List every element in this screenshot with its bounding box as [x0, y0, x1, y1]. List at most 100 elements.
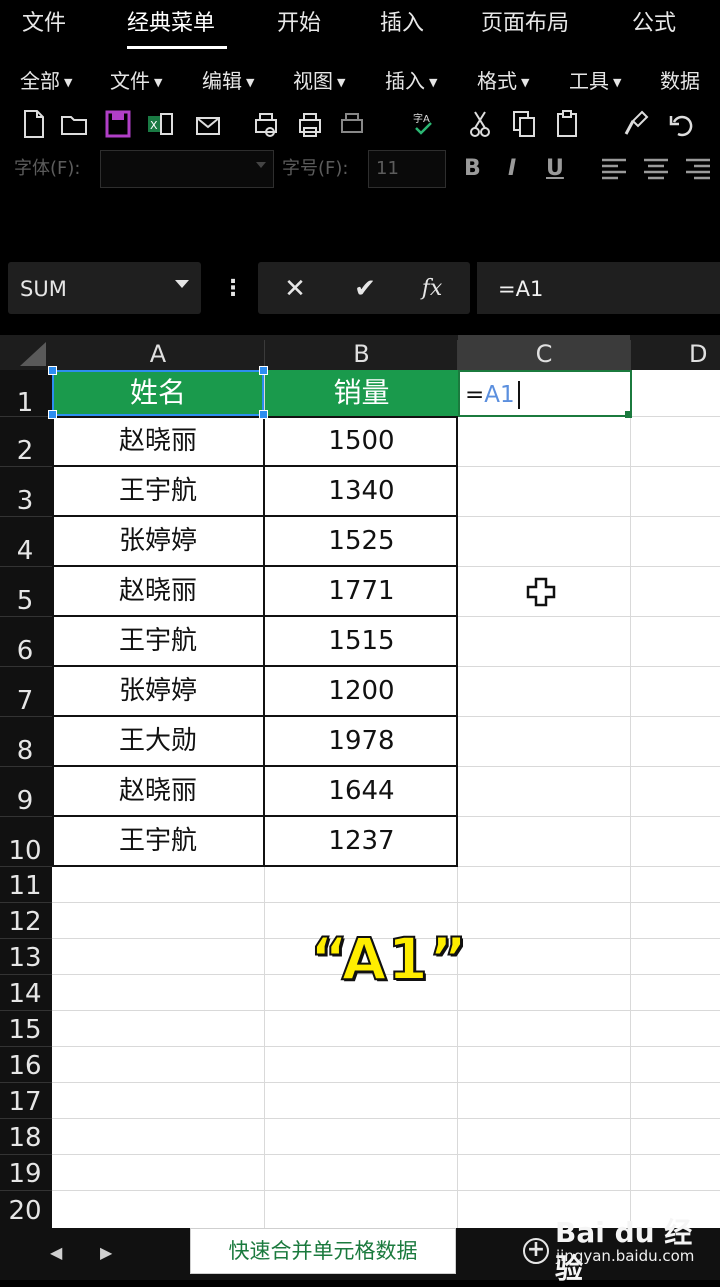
row-header[interactable]: 13: [0, 938, 50, 974]
selection-handle[interactable]: [259, 366, 268, 375]
row-header[interactable]: 14: [0, 974, 50, 1010]
copy-icon[interactable]: [510, 108, 538, 140]
next-sheet-icon[interactable]: ▶: [100, 1238, 112, 1268]
table-border: [263, 416, 265, 866]
cut-icon[interactable]: [466, 108, 494, 140]
row-header[interactable]: 2: [0, 416, 50, 466]
row-header[interactable]: 7: [0, 666, 50, 716]
cell-name[interactable]: 王大勋: [52, 716, 264, 766]
insert-function-button[interactable]: fx: [412, 270, 452, 308]
cell-sales[interactable]: 1978: [265, 716, 458, 766]
cell-sales[interactable]: 1515: [265, 616, 458, 666]
cell-sales[interactable]: 1644: [265, 766, 458, 816]
cell-sales[interactable]: 1237: [265, 816, 458, 866]
cancel-formula-button[interactable]: ✕: [275, 270, 315, 308]
menu-data[interactable]: 数据: [660, 66, 700, 96]
font-size-value: 11: [376, 158, 399, 179]
chevron-down-icon: ▼: [246, 76, 255, 89]
tab-file[interactable]: 文件: [22, 8, 66, 40]
cell-name[interactable]: 赵晓丽: [52, 416, 264, 466]
menu-tools[interactable]: 工具 ▼: [569, 66, 621, 96]
header-cell-sales[interactable]: 销量: [265, 370, 458, 416]
row-header[interactable]: 16: [0, 1046, 50, 1082]
format-painter-icon[interactable]: [622, 108, 650, 140]
cell-name[interactable]: 张婷婷: [52, 516, 264, 566]
print-preview-icon[interactable]: [252, 108, 280, 140]
cell-name[interactable]: 赵晓丽: [52, 566, 264, 616]
cell-name[interactable]: 王宇航: [52, 816, 264, 866]
fill-handle[interactable]: [625, 411, 632, 418]
align-right-icon[interactable]: [684, 156, 712, 182]
row-header[interactable]: 20: [0, 1190, 50, 1228]
column-header-b[interactable]: B: [265, 335, 458, 370]
menu-file[interactable]: 文件 ▼: [110, 66, 162, 96]
menu-view[interactable]: 视图 ▼: [293, 66, 345, 96]
paste-icon[interactable]: [554, 108, 582, 140]
row-header[interactable]: 11: [0, 866, 50, 902]
cell-sales[interactable]: 1340: [265, 466, 458, 516]
tab-page-layout[interactable]: 页面布局: [481, 8, 569, 40]
mail-icon[interactable]: [194, 108, 222, 140]
undo-icon[interactable]: [668, 108, 696, 140]
more-options-icon[interactable]: ⋮: [222, 275, 244, 303]
select-all-corner[interactable]: [20, 342, 46, 366]
table-border: [456, 416, 458, 866]
cell-name[interactable]: 赵晓丽: [52, 766, 264, 816]
row-header[interactable]: 8: [0, 716, 50, 766]
row-header[interactable]: 6: [0, 616, 50, 666]
menu-all[interactable]: 全部 ▼: [20, 66, 72, 96]
row-header[interactable]: 12: [0, 902, 50, 938]
column-header-a[interactable]: A: [52, 335, 264, 370]
spell-check-icon[interactable]: 字A: [410, 108, 438, 140]
row-header[interactable]: 1: [0, 370, 50, 418]
column-header-c[interactable]: C: [458, 335, 630, 370]
align-center-icon[interactable]: [642, 156, 670, 182]
row-header[interactable]: 9: [0, 766, 50, 816]
cell-sales[interactable]: 1771: [265, 566, 458, 616]
font-family-select[interactable]: [100, 150, 274, 188]
prev-sheet-icon[interactable]: ◀: [50, 1238, 62, 1268]
table-border: [52, 765, 458, 767]
underline-button[interactable]: U: [546, 150, 564, 188]
align-left-icon[interactable]: [600, 156, 628, 182]
add-sheet-icon[interactable]: +: [523, 1238, 549, 1264]
menu-format[interactable]: 格式 ▼: [477, 66, 529, 96]
tab-home[interactable]: 开始: [277, 8, 321, 40]
selection-handle[interactable]: [48, 410, 57, 419]
new-document-icon[interactable]: [20, 108, 48, 140]
italic-button[interactable]: I: [508, 150, 516, 188]
tab-formulas[interactable]: 公式: [632, 8, 676, 40]
export-excel-icon[interactable]: X: [146, 108, 174, 140]
cell-sales[interactable]: 1500: [265, 416, 458, 466]
chevron-down-icon[interactable]: [175, 280, 189, 288]
row-header[interactable]: 17: [0, 1082, 50, 1118]
row-header[interactable]: 18: [0, 1118, 50, 1154]
tab-insert[interactable]: 插入: [380, 8, 424, 40]
row-header[interactable]: 5: [0, 566, 50, 616]
menu-edit[interactable]: 编辑 ▼: [202, 66, 254, 96]
table-border: [52, 865, 458, 867]
menu-insert[interactable]: 插入 ▼: [385, 66, 437, 96]
save-icon[interactable]: [104, 108, 132, 140]
cell-sales[interactable]: 1200: [265, 666, 458, 716]
confirm-formula-button[interactable]: ✔: [345, 270, 385, 308]
print-icon[interactable]: [296, 108, 324, 140]
row-header[interactable]: 10: [0, 816, 50, 866]
cell-sales[interactable]: 1525: [265, 516, 458, 566]
cell-name[interactable]: 王宇航: [52, 466, 264, 516]
grid-line: [52, 1046, 720, 1047]
row-header[interactable]: 15: [0, 1010, 50, 1046]
open-folder-icon[interactable]: [60, 108, 88, 140]
cell-name[interactable]: 王宇航: [52, 616, 264, 666]
cell-name[interactable]: 张婷婷: [52, 666, 264, 716]
selection-handle[interactable]: [48, 366, 57, 375]
row-header[interactable]: 19: [0, 1154, 50, 1190]
row-header[interactable]: 4: [0, 516, 50, 566]
print-area-icon[interactable]: [338, 108, 366, 140]
sheet-tab-active[interactable]: 快速合并单元格数据: [190, 1228, 456, 1274]
selection-handle[interactable]: [259, 410, 268, 419]
bold-button[interactable]: B: [464, 150, 481, 188]
tab-classic-menu[interactable]: 经典菜单: [127, 8, 215, 40]
column-header-d[interactable]: D: [631, 335, 720, 370]
row-header[interactable]: 3: [0, 466, 50, 516]
